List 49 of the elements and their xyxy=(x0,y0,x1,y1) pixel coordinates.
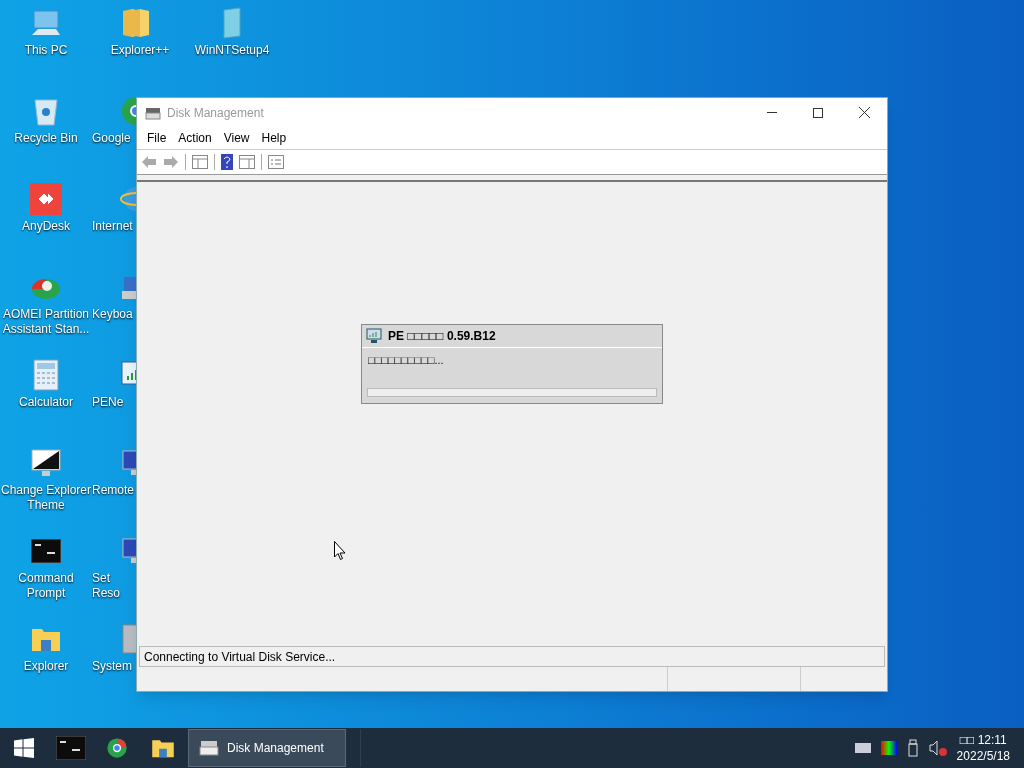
menu-item[interactable]: File xyxy=(141,129,173,147)
panel-icon[interactable] xyxy=(239,155,255,169)
clock-date[interactable]: 2022/5/18 xyxy=(956,748,1010,764)
desktop-icon-label[interactable]: Calculator xyxy=(19,395,73,410)
desktop-icon-label[interactable]: Set Reso xyxy=(92,571,120,601)
anydesk-icon xyxy=(30,183,62,215)
clock-time[interactable]: □□ 12:11 xyxy=(959,732,1007,748)
panel-icon[interactable] xyxy=(192,155,208,169)
calculator-icon xyxy=(33,359,59,391)
menu-item[interactable]: Help xyxy=(255,129,293,147)
help-icon[interactable] xyxy=(221,154,233,170)
desktop-icon-label[interactable]: PENe xyxy=(92,395,124,410)
menu-item[interactable]: View xyxy=(217,129,256,147)
color-display-icon[interactable] xyxy=(880,741,897,755)
desktop-icon-label[interactable]: Recycle Bin xyxy=(14,131,78,146)
taskbar-window-button[interactable]: Disk Management xyxy=(188,729,346,767)
monitor-icon xyxy=(30,447,62,479)
checklist-icon[interactable] xyxy=(268,155,284,169)
desktop-icon-label[interactable]: AOMEI Partition Assistant Stan... xyxy=(0,307,92,337)
usb-drive-icon[interactable] xyxy=(906,739,919,757)
desktop-icon-label[interactable]: WinNTSetup4 xyxy=(194,43,270,58)
speaker-muted-icon[interactable] xyxy=(928,740,947,756)
folder-icon xyxy=(151,738,175,758)
desktop-icon-label[interactable]: Explorer xyxy=(23,659,69,674)
desktop-icon-label[interactable]: System xyxy=(92,659,132,674)
desktop-icon-label[interactable]: Remote xyxy=(92,483,135,498)
status-text: Connecting to Virtual Disk Service... xyxy=(144,648,336,666)
desktop-icon-label[interactable]: Google xyxy=(92,131,131,146)
folder-icon xyxy=(31,626,61,652)
disk-drive-icon xyxy=(145,105,161,120)
terminal-icon xyxy=(31,539,61,563)
desktop-icon-label[interactable]: Keyboa xyxy=(92,307,133,322)
dialog-message: □□□□□□□□□□... xyxy=(367,353,445,368)
mouse-cursor-icon xyxy=(334,541,346,561)
desktop-icon-label[interactable]: Command Prompt xyxy=(0,571,92,601)
desktop-icon-label[interactable]: Explorer++ xyxy=(110,43,170,58)
desktop-icon-label[interactable]: Change Explorer Theme xyxy=(0,483,92,513)
close-icon xyxy=(858,107,870,118)
window-title: Disk Management xyxy=(167,104,264,122)
dialog-title: PE □□□□□ 0.59.B12 xyxy=(388,328,496,345)
desktop-icon-label[interactable]: This PC xyxy=(24,43,68,58)
desktop-icon-label[interactable]: Internet xyxy=(92,219,133,234)
menu-item[interactable]: Action xyxy=(172,129,218,147)
desktop-icon-label[interactable]: AnyDesk xyxy=(22,219,70,234)
disk-drive-icon xyxy=(199,739,219,757)
terminal-icon xyxy=(56,736,86,760)
monitor-icon xyxy=(366,328,382,344)
windows-logo-icon xyxy=(14,738,34,758)
browser-icon xyxy=(106,737,128,759)
